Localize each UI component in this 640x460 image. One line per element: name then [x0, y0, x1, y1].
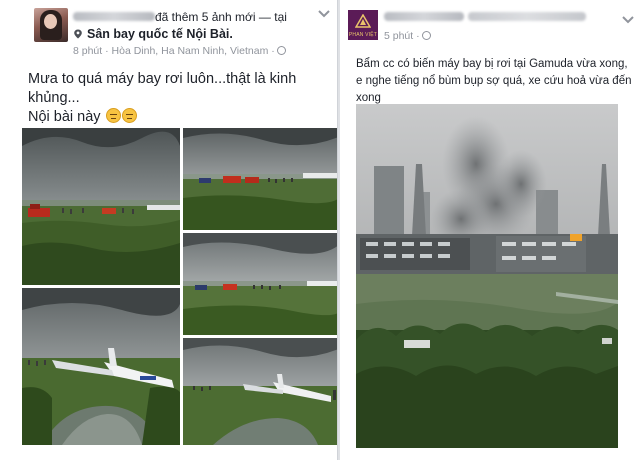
post-photo-smoke[interactable]: [356, 104, 618, 448]
fire-trucks-on-field-image: [183, 128, 337, 230]
right-post-header: PHAN VIỆT 5 phút ·: [340, 0, 640, 60]
place-name: Sân bay quốc tế Nội Bài.: [87, 27, 233, 41]
emoji-icon: [121, 108, 137, 123]
post-body-line-2-text: Nội bài này: [28, 109, 101, 125]
post-photo-2[interactable]: [183, 128, 337, 230]
user-avatar[interactable]: [34, 8, 68, 42]
redacted-action-text: [468, 12, 586, 21]
post-photo-1[interactable]: [22, 128, 180, 285]
brand-logo-icon: [355, 14, 371, 28]
redacted-page-name[interactable]: [384, 12, 464, 21]
dark-cloud-airfield-image: [22, 128, 180, 285]
plane-off-runway-image: [183, 338, 337, 445]
emoji-icon: [105, 108, 121, 123]
post-meta[interactable]: 8 phút · Hòa Dinh, Ha Nam Ninh, Vietnam …: [73, 45, 286, 57]
post-action-text: đã thêm 5 ảnh mới — tại: [155, 10, 287, 24]
avatar-brand-text: PHAN VIỆT: [348, 32, 378, 38]
globe-icon: [421, 31, 431, 40]
post-timestamp: 5 phút ·: [384, 30, 420, 42]
crowd-near-tarmac-image: [183, 233, 337, 335]
crashed-plane-in-ditch-image: [22, 288, 180, 445]
chevron-down-icon[interactable]: [622, 16, 634, 24]
page-avatar[interactable]: PHAN VIỆT: [348, 10, 378, 40]
redacted-user-name[interactable]: [73, 12, 155, 21]
globe-icon: [276, 46, 286, 55]
location-pin-icon: [74, 29, 82, 39]
left-post-card: đã thêm 5 ảnh mới — tại Sân bay quốc tế …: [0, 0, 338, 460]
post-body-line-1: Mưa to quá máy bay rơi luôn...thật là ki…: [28, 71, 297, 106]
post-body: Mưa to quá máy bay rơi luôn...thật là ki…: [28, 70, 328, 127]
left-post-header: đã thêm 5 ảnh mới — tại Sân bay quốc tế …: [0, 0, 337, 60]
post-photo-4[interactable]: [22, 288, 180, 445]
post-photo-3[interactable]: [183, 233, 337, 335]
post-meta[interactable]: 5 phút ·: [384, 30, 431, 42]
post-photo-5[interactable]: [183, 338, 337, 445]
post-body-line-2: Nội bài này: [28, 108, 328, 127]
tagged-place-link[interactable]: Sân bay quốc tế Nội Bài.: [73, 27, 233, 41]
chevron-down-icon[interactable]: [318, 10, 330, 18]
post-timestamp-location: 8 phút · Hòa Dinh, Ha Nam Ninh, Vietnam …: [73, 45, 275, 57]
post-body: Bẩm cc có biến máy bay bị rơi tại Gamuda…: [356, 58, 632, 104]
avatar-face: [44, 14, 57, 29]
smoke-over-buildings-image: [356, 104, 618, 448]
